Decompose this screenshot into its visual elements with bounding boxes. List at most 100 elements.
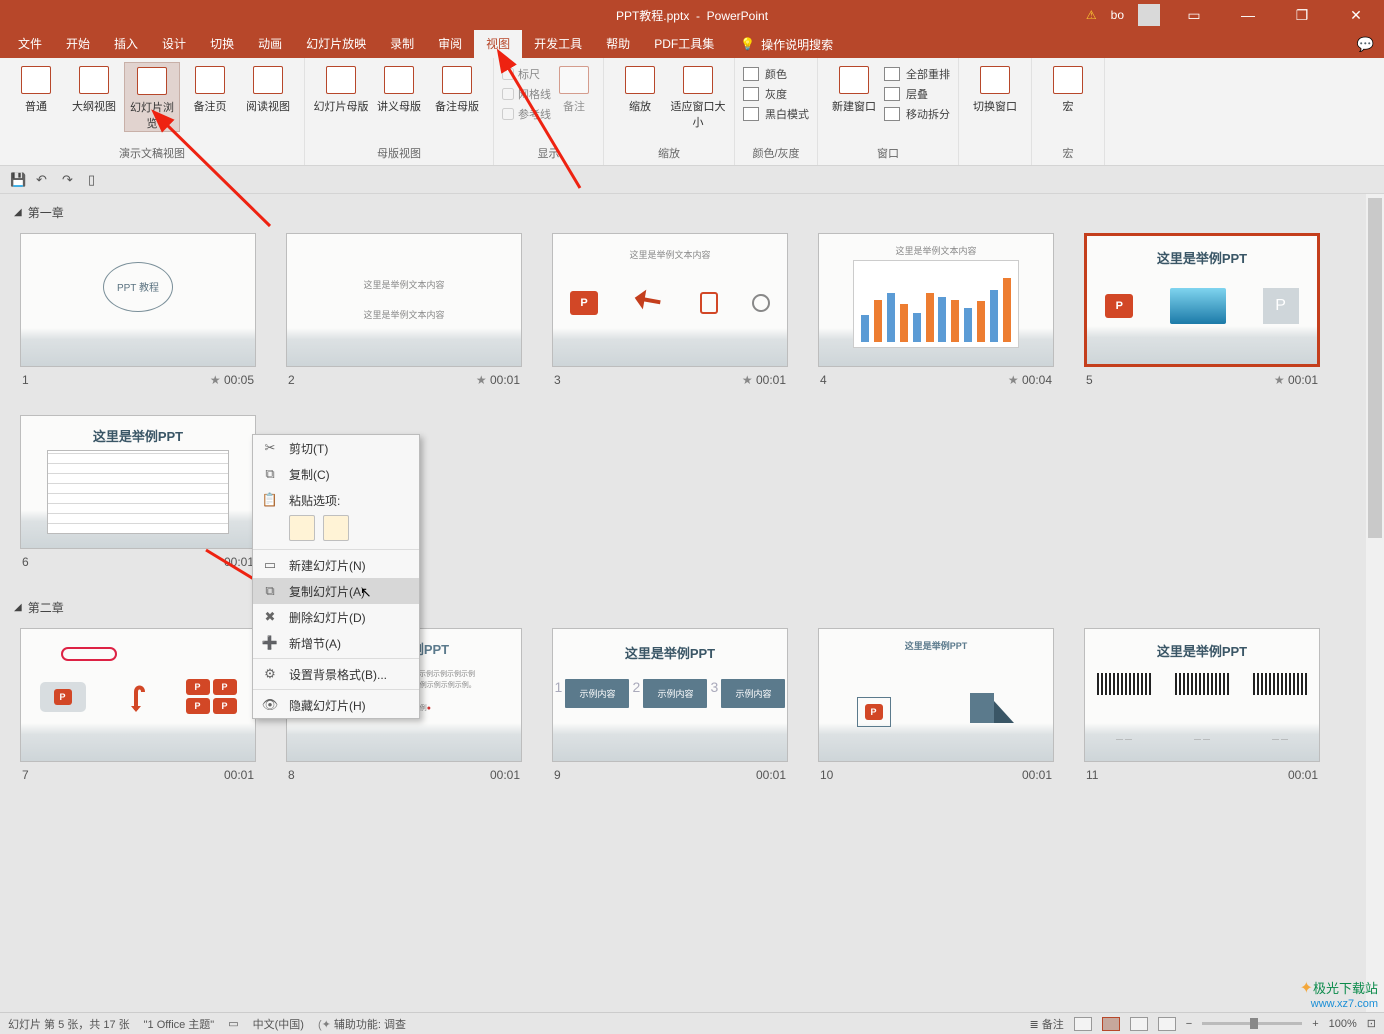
slide-thumb-7[interactable]: PPPPP [20, 628, 256, 762]
spellcheck-icon[interactable]: ▭ [228, 1017, 238, 1030]
ribbon-btn-缩放[interactable]: 缩放 [612, 62, 668, 114]
tab-开发工具[interactable]: 开发工具 [522, 30, 594, 58]
slide-thumb-10[interactable]: 这里是举例PPTP [818, 628, 1054, 762]
ribbon-btn-备注页[interactable]: 备注页 [182, 62, 238, 114]
paste-option-source[interactable] [323, 515, 349, 541]
menu-icon: ➕ [261, 634, 279, 652]
notes-button[interactable]: ≣ 备注 [1029, 1016, 1063, 1032]
menu-删除幻灯片(D)[interactable]: ✖删除幻灯片(D) [253, 604, 419, 630]
slide-grid: PPPPP700:01这里是举例PPT示例示例示例示例示例示例示例示例示例示例示… [0, 622, 1384, 802]
ribbon-icon [79, 66, 109, 94]
undo-icon[interactable]: ↶ [36, 172, 52, 188]
menu-新建幻灯片(N)[interactable]: ▭新建幻灯片(N) [253, 552, 419, 578]
tab-幻灯片放映[interactable]: 幻灯片放映 [294, 30, 378, 58]
menu-设置背景格式(B)...[interactable]: ⚙设置背景格式(B)... [253, 661, 419, 687]
vertical-scrollbar[interactable] [1366, 194, 1384, 1012]
slide-thumb-3[interactable]: 这里是举例文本内容P [552, 233, 788, 367]
row-黑白模式[interactable]: 黑白模式 [743, 106, 809, 122]
slide-thumb-9[interactable]: 这里是举例PPT1示例内容2示例内容3示例内容 [552, 628, 788, 762]
row-灰度[interactable]: 灰度 [743, 86, 809, 102]
menu-粘贴选项:[interactable]: 📋粘贴选项: [253, 487, 419, 513]
close-button[interactable]: ✕ [1336, 7, 1376, 24]
menu-新增节(A)[interactable]: ➕新增节(A) [253, 630, 419, 656]
tab-审阅[interactable]: 审阅 [426, 30, 474, 58]
ribbon-icon [384, 66, 414, 94]
small-icon [743, 87, 759, 101]
scroll-thumb[interactable] [1368, 198, 1382, 538]
zoom-out-button[interactable]: − [1186, 1018, 1192, 1030]
save-icon[interactable]: 💾 [10, 172, 26, 188]
menu-复制(C)[interactable]: ⧉复制(C) [253, 461, 419, 487]
slide-thumb-1[interactable]: PPT 教程 [20, 233, 256, 367]
slide-sorter-view-button[interactable] [1102, 1017, 1120, 1031]
ribbon-btn-新建窗口[interactable]: 新建窗口 [826, 62, 882, 114]
row-颜色[interactable]: 颜色 [743, 66, 809, 82]
menu-复制幻灯片(A)[interactable]: ⧉复制幻灯片(A) [253, 578, 419, 604]
ribbon-btn-讲义母版[interactable]: 讲义母版 [371, 62, 427, 114]
slide-thumb-5[interactable]: 这里是举例PPTPP [1084, 233, 1320, 367]
menu-icon: 👁 [261, 696, 279, 714]
group-label: 宏 [1063, 145, 1074, 163]
redo-icon[interactable]: ↷ [62, 172, 78, 188]
tab-插入[interactable]: 插入 [102, 30, 150, 58]
tab-帮助[interactable]: 帮助 [594, 30, 642, 58]
slide-thumb-6[interactable]: 这里是举例PPT [20, 415, 256, 549]
ribbon-btn-普通[interactable]: 普通 [8, 62, 64, 114]
ribbon-display-button[interactable]: ▭ [1174, 7, 1214, 24]
row-全部重排[interactable]: 全部重排 [884, 66, 950, 82]
slide-time: 00:01 [1288, 768, 1318, 782]
zoom-value[interactable]: 100% [1329, 1018, 1357, 1030]
slide-thumb-2[interactable]: 这里是举例文本内容这里是举例文本内容 [286, 233, 522, 367]
restore-button[interactable]: ❐ [1282, 7, 1322, 24]
zoom-in-button[interactable]: + [1312, 1018, 1318, 1030]
normal-view-button[interactable] [1074, 1017, 1092, 1031]
menu-隐藏幻灯片(H)[interactable]: 👁隐藏幻灯片(H) [253, 692, 419, 718]
tell-me-search[interactable]: 💡操作说明搜索 [740, 36, 833, 53]
fit-to-window-button[interactable]: ⊡ [1367, 1017, 1376, 1030]
ribbon-group-母版视图: 幻灯片母版讲义母版备注母版母版视图 [305, 58, 494, 165]
tab-开始[interactable]: 开始 [54, 30, 102, 58]
ribbon-btn-切换窗口[interactable]: 切换窗口 [967, 62, 1023, 114]
small-icon [884, 107, 900, 121]
reading-view-button[interactable] [1130, 1017, 1148, 1031]
ribbon-btn-阅读视图[interactable]: 阅读视图 [240, 62, 296, 114]
accessibility-indicator[interactable]: (✦ 辅助功能: 调查 [318, 1016, 406, 1032]
ribbon-icon [326, 66, 356, 94]
tab-文件[interactable]: 文件 [6, 30, 54, 58]
slideshow-view-button[interactable] [1158, 1017, 1176, 1031]
tab-录制[interactable]: 录制 [378, 30, 426, 58]
ribbon-btn-大纲视图[interactable]: 大纲视图 [66, 62, 122, 114]
language-indicator[interactable]: 中文(中国) [253, 1016, 304, 1032]
minimize-button[interactable]: — [1228, 7, 1268, 23]
slide-thumb-11[interactable]: 这里是举例PPT— —— —— — [1084, 628, 1320, 762]
ribbon-btn-适应窗口大小[interactable]: 适应窗口大小 [670, 62, 726, 130]
collapse-triangle-icon: ◢ [14, 207, 22, 218]
ribbon-icon [683, 66, 713, 94]
row-层叠[interactable]: 层叠 [884, 86, 950, 102]
ribbon-btn-宏[interactable]: 宏 [1040, 62, 1096, 114]
ribbon-btn-备注母版[interactable]: 备注母版 [429, 62, 485, 114]
row-移动拆分[interactable]: 移动拆分 [884, 106, 950, 122]
avatar[interactable] [1138, 4, 1160, 26]
ribbon-btn-幻灯片母版[interactable]: 幻灯片母版 [313, 62, 369, 114]
zoom-slider[interactable] [1202, 1022, 1302, 1025]
tab-视图[interactable]: 视图 [474, 30, 522, 58]
slide-time: ★ 00:01 [742, 373, 786, 387]
tab-PDF工具集[interactable]: PDF工具集 [642, 30, 726, 58]
tab-动画[interactable]: 动画 [246, 30, 294, 58]
speech-icon[interactable]: 💬 [1357, 36, 1374, 53]
lightbulb-icon: 💡 [740, 37, 755, 51]
window-title: PPT教程.pptx - PowerPoint [616, 7, 768, 24]
mouse-cursor-icon: ↖ [360, 584, 372, 601]
group-label: 母版视图 [377, 145, 421, 163]
ribbon-icon [442, 66, 472, 94]
collapse-triangle-icon: ◢ [14, 602, 22, 613]
menu-剪切(T)[interactable]: ✂剪切(T) [253, 435, 419, 461]
tab-设计[interactable]: 设计 [150, 30, 198, 58]
theme-name: "1 Office 主题" [144, 1016, 215, 1032]
slide-number: 5 [1086, 373, 1093, 387]
start-from-beginning-icon[interactable]: ▯ [88, 172, 104, 188]
paste-option-theme[interactable] [289, 515, 315, 541]
slide-thumb-4[interactable]: 这里是举例文本内容 [818, 233, 1054, 367]
tab-切换[interactable]: 切换 [198, 30, 246, 58]
